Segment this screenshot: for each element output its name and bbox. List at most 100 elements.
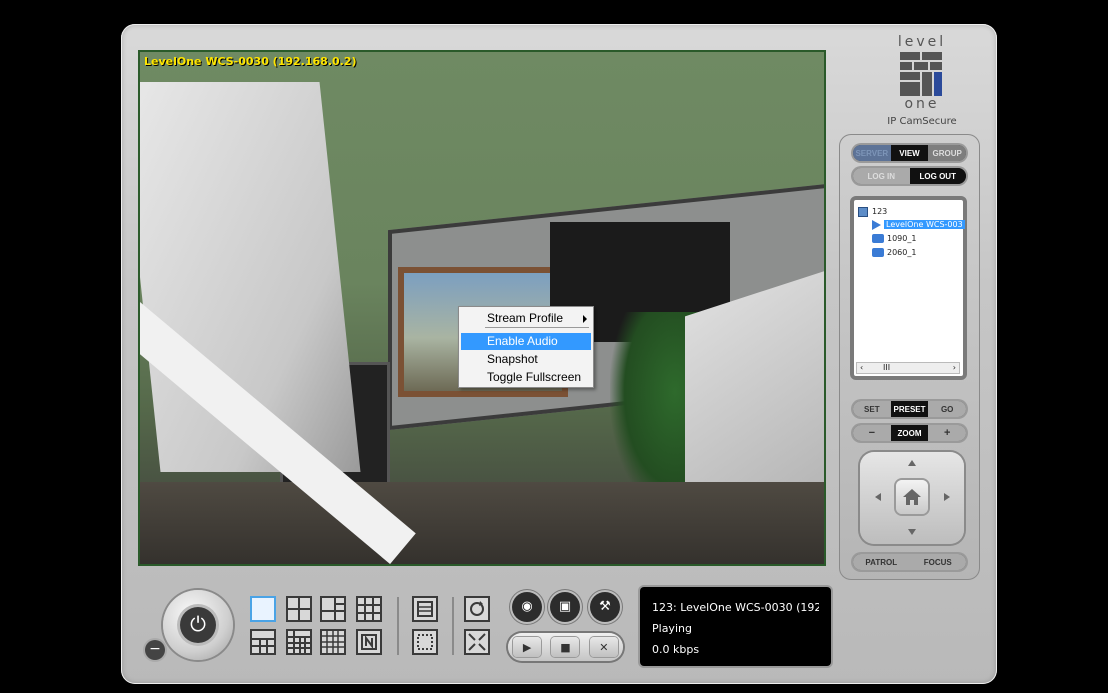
- preset-bar: SET PRESET GO: [853, 401, 966, 417]
- scroll-thumb[interactable]: III: [883, 363, 890, 372]
- power-button[interactable]: ⏻: [163, 590, 233, 660]
- patrol-button[interactable]: PATROL: [853, 554, 910, 570]
- menu-item-label: Stream Profile: [487, 311, 564, 325]
- logo-word-level: level: [897, 34, 947, 50]
- submenu-arrow-icon: [583, 315, 587, 323]
- grid-2x2-icon: [288, 598, 310, 620]
- pan-right-icon[interactable]: [944, 493, 950, 501]
- camera-icon: [872, 234, 884, 243]
- sequence-button[interactable]: [412, 596, 438, 622]
- patrol-focus-bar: PATROL FOCUS: [853, 554, 966, 570]
- divider: [452, 597, 454, 655]
- play-button[interactable]: ▶: [513, 637, 542, 657]
- grid-4x4-icon: [322, 631, 344, 653]
- tree-item-levelone[interactable]: LevelOne WCS-003: [872, 219, 965, 231]
- stop-button[interactable]: ■: [551, 637, 580, 657]
- tab-view[interactable]: VIEW: [890, 145, 929, 161]
- layout-1plus5-button[interactable]: [250, 629, 276, 655]
- scroll-left-icon[interactable]: ‹: [860, 363, 863, 372]
- camera-tree: 123 LevelOne WCS-003 1090_1 2060_1 ‹ III…: [850, 196, 967, 380]
- login-button[interactable]: LOG IN: [853, 168, 910, 184]
- menu-item-toggle-fullscreen[interactable]: Toggle Fullscreen: [461, 369, 591, 386]
- tree-item-label: 1090_1: [887, 234, 917, 243]
- status-bitrate: 0.0 kbps: [652, 643, 700, 656]
- pan-up-icon[interactable]: [908, 460, 916, 466]
- tree-item-1090[interactable]: 1090_1: [872, 233, 916, 245]
- focus-button[interactable]: FOCUS: [909, 554, 966, 570]
- wrench-icon: ⚒: [599, 599, 611, 614]
- auth-buttons: LOG IN LOG OUT: [853, 168, 966, 184]
- play-icon: [872, 219, 881, 230]
- menu-item-stream-profile[interactable]: Stream Profile: [461, 310, 591, 327]
- sequence-icon: [417, 601, 433, 617]
- ptz-home-button[interactable]: [896, 480, 928, 514]
- camera-overlay-label: LevelOne WCS-0030 (192.168.0.2): [144, 55, 357, 68]
- menu-item-label: Enable Audio: [487, 334, 558, 348]
- pan-down-icon[interactable]: [908, 529, 916, 535]
- grid-1plus7-icon: [288, 631, 310, 653]
- brand-logo: level one IP CamSecure: [868, 34, 976, 127]
- layout-1plus7-button[interactable]: [286, 629, 312, 655]
- zoom-in-button[interactable]: +: [928, 425, 966, 441]
- checkbox-icon: [858, 206, 868, 217]
- horizontal-scrollbar[interactable]: ‹ III ›: [856, 362, 960, 374]
- menu-item-label: Toggle Fullscreen: [487, 370, 582, 384]
- scene-desk: [140, 482, 824, 564]
- zoom-label: ZOOM: [890, 425, 929, 441]
- menu-item-snapshot[interactable]: Snapshot: [461, 351, 591, 368]
- layout-1x1-button[interactable]: [250, 596, 276, 622]
- grid-3x3-icon: [358, 598, 380, 620]
- camera-icon: [872, 248, 884, 257]
- fill-icon: [417, 634, 433, 650]
- layout-2x2-button[interactable]: [286, 596, 312, 622]
- logo-word-one: one: [904, 96, 940, 112]
- zoom-bar: − ZOOM +: [853, 425, 966, 441]
- minimize-button[interactable]: −: [145, 640, 165, 660]
- rotate-icon: [470, 601, 484, 616]
- go-button[interactable]: GO: [928, 401, 966, 417]
- status-camera: 123: LevelOne WCS-0030 (192.168: [652, 601, 819, 614]
- grid-1plus3-icon: [322, 598, 344, 620]
- layout-3x3-button[interactable]: [356, 596, 382, 622]
- tree-root-label: 123: [872, 207, 888, 216]
- logout-button[interactable]: LOG OUT: [909, 168, 966, 184]
- fullscreen-button[interactable]: [464, 629, 490, 655]
- playback-controls: ▶ ■ ✕: [508, 633, 623, 661]
- zoom-out-button[interactable]: −: [853, 425, 891, 441]
- status-state: Playing: [652, 622, 692, 635]
- tree-item-label: 2060_1: [887, 248, 917, 257]
- tab-group[interactable]: GROUP: [928, 145, 966, 161]
- set-button[interactable]: SET: [853, 401, 891, 417]
- record-button[interactable]: ◉: [512, 592, 542, 622]
- pan-left-icon[interactable]: [875, 493, 881, 501]
- home-icon: [903, 489, 921, 505]
- fill-view-button[interactable]: [412, 629, 438, 655]
- settings-button[interactable]: ⚒: [590, 592, 620, 622]
- tree-root[interactable]: 123: [858, 206, 887, 218]
- tree-item-2060[interactable]: 2060_1: [872, 247, 916, 259]
- logo-mark-icon: [900, 52, 944, 96]
- layout-custom-button[interactable]: [356, 629, 382, 655]
- divider: [397, 597, 399, 655]
- preset-field[interactable]: PRESET: [890, 401, 929, 417]
- menu-separator: [485, 327, 589, 328]
- expand-icon: [468, 633, 486, 651]
- n-icon: [361, 634, 377, 650]
- logo-product: IP CamSecure: [887, 116, 957, 127]
- layout-1plus3-button[interactable]: [320, 596, 346, 622]
- power-icon: ⏻: [180, 607, 216, 643]
- grid-1plus5-icon: [252, 638, 274, 653]
- context-menu: Stream Profile Enable Audio Snapshot Tog…: [458, 306, 594, 388]
- snapshot-button[interactable]: ▣: [550, 592, 580, 622]
- layout-4x4-button[interactable]: [320, 629, 346, 655]
- menu-item-enable-audio[interactable]: Enable Audio: [461, 333, 591, 350]
- snapshot-icon: ▣: [558, 599, 572, 614]
- tree-item-label: LevelOne WCS-003: [884, 220, 965, 229]
- rotate-button[interactable]: [464, 596, 490, 622]
- mode-tabs: SERVER VIEW GROUP: [853, 145, 966, 161]
- tab-server[interactable]: SERVER: [853, 145, 891, 161]
- close-button[interactable]: ✕: [589, 637, 618, 657]
- ptz-dpad: [860, 452, 964, 544]
- menu-item-label: Snapshot: [487, 352, 538, 366]
- scroll-right-icon[interactable]: ›: [953, 363, 956, 372]
